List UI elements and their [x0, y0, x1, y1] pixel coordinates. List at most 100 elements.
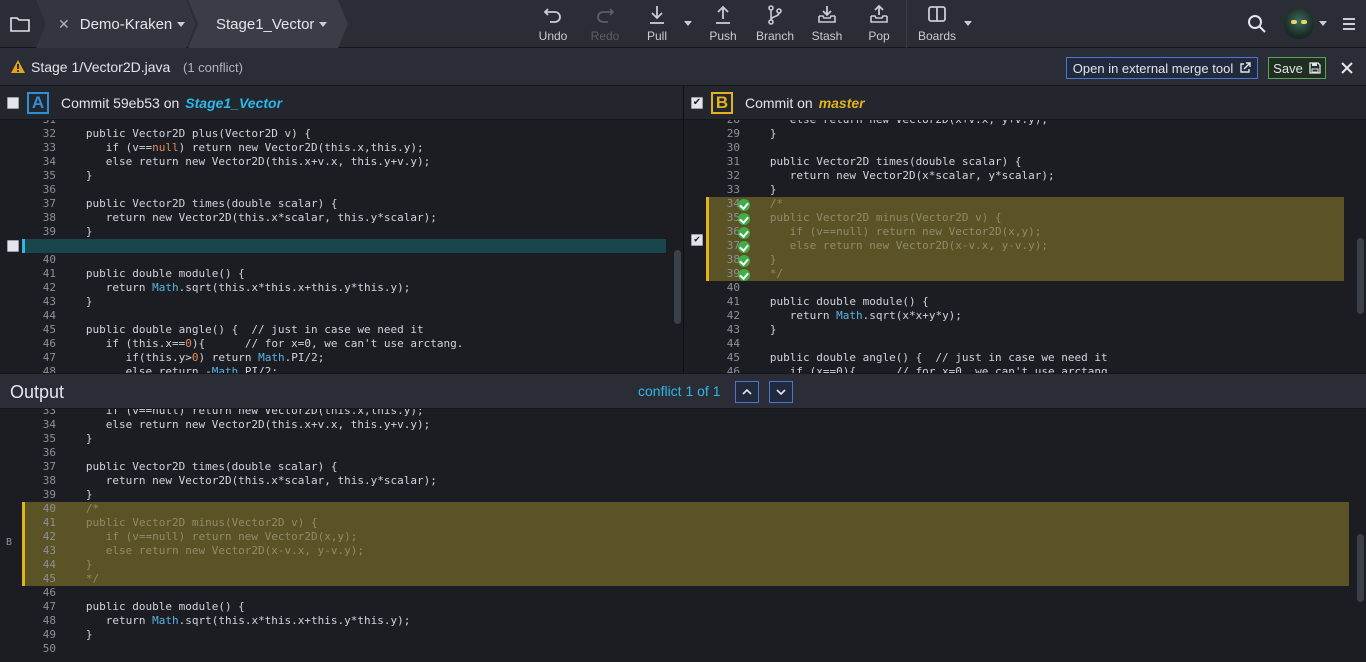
repo-selector[interactable]: ✕ Demo-Kraken [36, 0, 196, 48]
pane-a-branch: Stage1_Vector [185, 94, 283, 111]
accepted-check-icon[interactable] [738, 199, 750, 211]
chevron-up-icon [742, 388, 752, 395]
output-scrollbar[interactable] [1357, 534, 1364, 602]
conflict-placeholder-line[interactable] [0, 239, 683, 253]
redo-icon [597, 8, 615, 23]
code-line: 42 return Math.sqrt(this.x*this.x+this.y… [42, 281, 411, 294]
branch-icon [768, 5, 782, 25]
code-line: 48 return Math.sqrt(this.x*this.x+this.y… [42, 614, 411, 627]
code-line: 46 if (this.x==0){ // for x=0, we can't … [42, 337, 464, 350]
code-line: 44 [726, 337, 740, 350]
conflict-line[interactable]: 37 else return new Vector2D(x-v.x, y-v.y… [706, 239, 1344, 253]
code-line: 35 } [42, 169, 93, 182]
code-line: 50 [42, 642, 56, 655]
warning-icon [11, 60, 25, 73]
code-line: 31 [0, 120, 683, 127]
code-line: 41 public double module() { [42, 267, 245, 280]
pull-button[interactable]: Pull [632, 4, 682, 44]
toolbar-separator [906, 0, 907, 48]
code-line: 45 public double angle() { // just in ca… [42, 323, 424, 336]
conflict-line[interactable]: 38 } [706, 253, 1344, 267]
folder-icon[interactable] [0, 0, 40, 48]
code-line: 34 else return new Vector2D(this.x+v.x, … [42, 418, 431, 431]
next-conflict-button[interactable] [769, 381, 793, 403]
code-line: 47 if(this.y>0) return Math.PI/2; [42, 351, 325, 364]
close-icon[interactable] [1336, 57, 1358, 79]
select-b-hunk-checkbox[interactable] [691, 234, 703, 246]
conflict-line[interactable]: 41 public Vector2D minus(Vector2D v) { [22, 516, 1349, 530]
conflict-marker-bar [706, 197, 709, 281]
open-external-merge-tool-button[interactable]: Open in external merge tool [1066, 57, 1258, 79]
code-line: 40 [42, 253, 56, 266]
boards-options-icon[interactable] [964, 21, 972, 26]
accepted-check-icon[interactable] [738, 227, 750, 239]
conflict-line[interactable]: 35 public Vector2D minus(Vector2D v) { [706, 211, 1344, 225]
accepted-check-icon[interactable] [738, 241, 750, 253]
select-all-a-checkbox[interactable] [7, 96, 19, 109]
undo-button[interactable]: Undo [528, 4, 578, 44]
code-line: 31 public Vector2D times(double scalar) … [726, 155, 1022, 168]
branch-button[interactable]: Branch [750, 4, 800, 44]
accepted-check-icon[interactable] [738, 213, 750, 225]
boards-button[interactable]: Boards [912, 4, 962, 44]
pane-a-code[interactable]: 31 32 public Vector2D plus(Vector2D v) {… [0, 120, 683, 373]
code-line: 36 [42, 183, 56, 196]
conflict-line[interactable]: 34 /* [706, 197, 1344, 211]
pull-options-icon[interactable] [684, 21, 692, 26]
code-line: 35 } [42, 432, 93, 445]
branch-name: Stage1_Vector [216, 15, 315, 33]
pop-button[interactable]: Pop [854, 4, 904, 44]
accepted-check-icon[interactable] [738, 269, 750, 281]
push-button[interactable]: Push [698, 4, 748, 44]
menu-icon[interactable] [1337, 12, 1361, 36]
code-line: 46 if (x==0){ // for x=0, we can't use a… [726, 365, 1115, 373]
code-line: 29 } [726, 127, 777, 140]
repo-name: Demo-Kraken [79, 15, 173, 33]
external-link-icon [1240, 62, 1251, 73]
pull-icon [650, 6, 664, 24]
code-line: 45 public double angle() { // just in ca… [726, 351, 1108, 364]
stash-button[interactable]: Stash [802, 4, 852, 44]
save-icon [1309, 62, 1321, 74]
toolbar: ✕ Demo-Kraken Stage1_Vector Undo Redo Pu… [0, 0, 1366, 48]
conflict-count-label: (1 conflict) [183, 60, 243, 75]
pane-b-header: B Commit on master [684, 86, 1366, 120]
push-icon [716, 5, 730, 24]
accepted-check-icon[interactable] [738, 255, 750, 267]
pane-a-scrollbar[interactable] [674, 250, 681, 324]
code-line: 37 public Vector2D times(double scalar) … [42, 197, 338, 210]
output-code[interactable]: 33 if (v==null) return new Vector2D(this… [0, 409, 1366, 662]
conflict-line[interactable]: 45 */ [22, 572, 1349, 586]
pane-b-scrollbar[interactable] [1357, 238, 1364, 314]
code-line: 47 public double module() { [42, 600, 245, 613]
redo-button[interactable]: Redo [580, 4, 630, 44]
conflict-line[interactable]: 40 /* [22, 502, 1349, 516]
pane-b-code[interactable]: 28 else return new Vector2D(x+v.x, y+v.y… [684, 120, 1366, 373]
select-a-hunk-checkbox[interactable] [7, 240, 19, 252]
close-repo-icon[interactable]: ✕ [58, 16, 70, 33]
code-line: 33 if (v==null) return new Vector2D(this… [42, 409, 424, 417]
conflict-line[interactable]: 42 if (v==null) return new Vector2D(x,y)… [22, 530, 1349, 544]
save-button[interactable]: Save [1268, 57, 1326, 79]
branch-selector[interactable]: Stage1_Vector [188, 0, 348, 48]
pane-b-branch: master [818, 94, 865, 111]
conflict-line[interactable]: 36 if (v==null) return new Vector2D(x,y)… [706, 225, 1344, 239]
code-line: 32 return new Vector2D(x*scalar, y*scala… [726, 169, 1055, 182]
pane-a-badge: A [27, 91, 49, 114]
pane-b-badge: B [711, 91, 733, 114]
code-line: 41 public double module() { [726, 295, 929, 308]
conflict-line[interactable]: 44 } [22, 558, 1349, 572]
avatar[interactable] [1284, 9, 1314, 39]
output-conflict-marker-bar [22, 502, 25, 586]
profile-options-icon[interactable] [1319, 21, 1327, 26]
conflict-counter: conflict 1 of 1 [638, 383, 721, 399]
search-icon[interactable] [1245, 12, 1269, 36]
output-header: Output conflict 1 of 1 [0, 373, 1366, 409]
select-all-b-checkbox[interactable] [691, 96, 703, 109]
code-line: 48 else return -Math.PI/2; [42, 365, 278, 373]
previous-conflict-button[interactable] [735, 381, 759, 403]
conflict-line[interactable]: 43 else return new Vector2D(x-v.x, y-v.y… [22, 544, 1349, 558]
file-title: Stage 1/Vector2D.java [31, 59, 171, 75]
code-line: 30 [726, 141, 740, 154]
conflict-line[interactable]: 39 */ [706, 267, 1344, 281]
